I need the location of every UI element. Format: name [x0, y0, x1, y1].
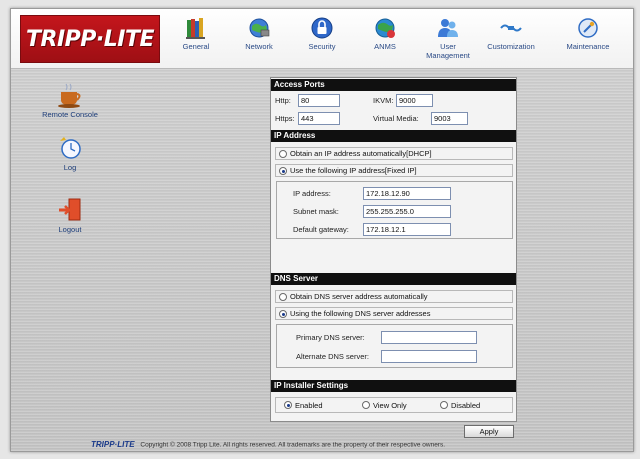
- dns-auto-radio[interactable]: [279, 293, 287, 301]
- footer-tripp-lite-logo: TRIPP·LITE: [91, 440, 135, 449]
- nav-customization-label: Customization: [487, 42, 535, 51]
- primary-dns-input[interactable]: [381, 331, 477, 344]
- default-gateway-label: Default gateway:: [293, 225, 349, 234]
- tripp-lite-logo: TRIPP·LITE: [20, 15, 160, 63]
- sidebar-item-remote-console[interactable]: Remote Console: [25, 81, 115, 119]
- nav-network[interactable]: Network: [229, 13, 289, 69]
- header-bar: TRIPP·LITE General Network Security ANMS…: [11, 9, 633, 69]
- ip-installer-options: Enabled View Only Disabled: [275, 397, 513, 413]
- sidebar-log-label: Log: [63, 163, 77, 172]
- nav-general-label: General: [182, 42, 210, 51]
- nav-maintenance-label: Maintenance: [566, 42, 610, 51]
- ip-address-input[interactable]: [363, 187, 451, 200]
- network-globe-icon: [249, 18, 270, 38]
- nav-anms[interactable]: ANMS: [355, 13, 415, 69]
- logo-text: TRIPP·LITE: [26, 26, 154, 52]
- nav-security-label: Security: [308, 42, 336, 51]
- sidebar-item-logout[interactable]: Logout: [25, 196, 115, 234]
- apply-button[interactable]: Apply: [464, 425, 514, 438]
- books-icon: [186, 18, 205, 39]
- ikvm-label: IKVM:: [373, 96, 394, 105]
- nav-anms-label: ANMS: [374, 42, 396, 51]
- subnet-mask-input[interactable]: [363, 205, 451, 218]
- ip-fixed-radio[interactable]: [279, 167, 287, 175]
- ip-dhcp-radio[interactable]: [279, 150, 287, 158]
- plug-icon: [500, 24, 522, 32]
- dns-server-fields: Primary DNS server: Alternate DNS server…: [276, 324, 513, 368]
- installer-disabled-label: Disabled: [451, 401, 481, 410]
- installer-enabled-label: Enabled: [295, 401, 323, 410]
- clock-icon: [60, 137, 81, 159]
- maintenance-icon: [578, 18, 598, 38]
- ip-fixed-option[interactable]: Use the following IP address[Fixed IP]: [275, 164, 513, 177]
- subnet-mask-label: Subnet mask:: [293, 207, 339, 216]
- footer: TRIPP·LITE Copyright © 2008 Tripp Lite. …: [91, 439, 611, 451]
- sidebar-logout-label: Logout: [58, 225, 82, 234]
- app-window: TRIPP·LITE General Network Security ANMS…: [10, 8, 634, 452]
- nav-maintenance[interactable]: Maintenance: [558, 13, 618, 69]
- users-icon: [438, 19, 458, 37]
- ip-address-header: IP Address: [271, 130, 516, 142]
- default-gateway-input[interactable]: [363, 223, 451, 236]
- nav-user-management-label: User Management: [426, 42, 470, 60]
- dns-server-header: DNS Server: [271, 273, 516, 285]
- network-settings-panel: Access Ports Http: IKVM: Https: Virtual …: [270, 77, 517, 438]
- installer-enabled-radio[interactable]: [284, 401, 292, 409]
- sidebar-remote-console-label: Remote Console: [42, 110, 98, 119]
- ip-dhcp-option[interactable]: Obtain an IP address automatically[DHCP]: [275, 147, 513, 160]
- access-ports-header: Access Ports: [271, 79, 516, 91]
- http-label: Http:: [275, 96, 291, 105]
- https-label: Https:: [275, 114, 295, 123]
- dns-auto-label: Obtain DNS server address automatically: [290, 292, 428, 301]
- virtual-media-label: Virtual Media:: [373, 114, 419, 123]
- alternate-dns-label: Alternate DNS server:: [296, 352, 369, 361]
- nav-security[interactable]: Security: [292, 13, 352, 69]
- nav-general[interactable]: General: [166, 13, 226, 69]
- top-nav: General Network Security ANMS User Manag…: [166, 13, 633, 69]
- dns-manual-radio[interactable]: [279, 310, 287, 318]
- dns-auto-option[interactable]: Obtain DNS server address automatically: [275, 290, 513, 303]
- ip-dhcp-label: Obtain an IP address automatically[DHCP]: [290, 149, 432, 158]
- nav-user-management[interactable]: User Management: [418, 13, 478, 69]
- ikvm-port-input[interactable]: [396, 94, 433, 107]
- virtual-media-port-input[interactable]: [431, 112, 468, 125]
- ip-address-label: IP address:: [293, 189, 331, 198]
- installer-view-only-label: View Only: [373, 401, 407, 410]
- https-port-input[interactable]: [298, 112, 340, 125]
- sidebar-item-log[interactable]: Log: [25, 134, 115, 172]
- nav-customization[interactable]: Customization: [481, 13, 541, 69]
- http-port-input[interactable]: [298, 94, 340, 107]
- dns-manual-label: Using the following DNS server addresses: [290, 309, 431, 318]
- copyright-text: Copyright © 2008 Tripp Lite. All rights …: [140, 441, 446, 449]
- logout-door-icon: [59, 198, 81, 221]
- alternate-dns-input[interactable]: [381, 350, 477, 363]
- installer-view-only-radio[interactable]: [362, 401, 370, 409]
- fixed-ip-fields: IP address: Subnet mask: Default gateway…: [276, 181, 513, 239]
- primary-dns-label: Primary DNS server:: [296, 333, 365, 342]
- anms-globe-icon: [375, 18, 395, 38]
- lock-icon: [311, 17, 333, 39]
- ip-fixed-label: Use the following IP address[Fixed IP]: [290, 166, 417, 175]
- installer-disabled-radio[interactable]: [440, 401, 448, 409]
- nav-network-label: Network: [245, 42, 273, 51]
- dns-manual-option[interactable]: Using the following DNS server addresses: [275, 307, 513, 320]
- ip-installer-header: IP Installer Settings: [271, 380, 516, 392]
- coffee-cup-icon: [58, 83, 81, 108]
